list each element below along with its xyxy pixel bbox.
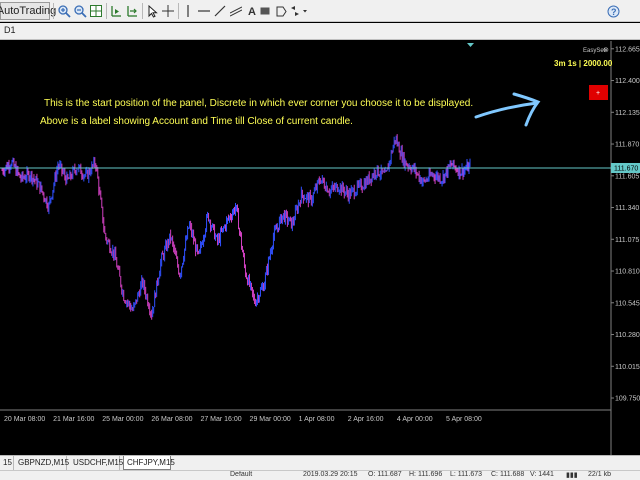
- text-label-icon[interactable]: A: [245, 2, 259, 20]
- hand-drawn-arrow: [474, 92, 541, 127]
- toolbar-separator: [53, 3, 54, 19]
- candles-group: [1, 134, 471, 320]
- svg-text:A: A: [248, 6, 256, 17]
- time-tick-label: 25 Mar 00:00: [102, 416, 143, 423]
- status-volume: V: 1441: [530, 471, 554, 478]
- zoom-out-icon[interactable]: [72, 2, 88, 20]
- price-tick-label: 111.340: [615, 205, 639, 212]
- toolbar-separator: [106, 3, 107, 19]
- svg-text:?: ?: [611, 7, 617, 17]
- timeframe-label[interactable]: D1: [4, 25, 16, 35]
- zoom-in-icon[interactable]: [56, 2, 72, 20]
- toolbar-separator: [178, 3, 179, 19]
- chart-tab-active[interactable]: CHFJPY,M15: [123, 456, 175, 470]
- time-tick-label: 5 Apr 08:00: [446, 416, 482, 423]
- price-tick-label: 112.135: [615, 110, 640, 117]
- chart-timeframe-bar: D1: [0, 23, 640, 40]
- annotation-line-2: Above is a label showing Account and Tim…: [40, 116, 353, 127]
- price-tick-label: 110.810: [615, 269, 640, 276]
- time-tick-label: 26 Mar 08:00: [151, 416, 192, 423]
- status-connection-icon: ▮▮▮: [566, 472, 578, 479]
- price-tick-label: 109.750: [615, 396, 640, 403]
- tile-windows-icon[interactable]: [88, 2, 104, 20]
- help-icon[interactable]: ?: [604, 2, 622, 20]
- crosshair-icon[interactable]: [160, 2, 176, 20]
- time-tick-label: 21 Mar 16:00: [53, 416, 94, 423]
- status-high: H: 111.696: [409, 471, 443, 478]
- arrows-dropdown-icon[interactable]: [288, 2, 310, 20]
- main-toolbar: AutoTrading A ?: [0, 0, 640, 22]
- price-tick-label: 112.400: [615, 78, 640, 85]
- label-icon[interactable]: [274, 2, 288, 20]
- panel-info-label: 3m 1s | 2000.00: [554, 59, 613, 68]
- time-tick-label: 29 Mar 00:00: [250, 416, 291, 423]
- chart-shift-icon[interactable]: [108, 2, 124, 20]
- price-tick-label: 111.605: [615, 173, 639, 180]
- chart-tab[interactable]: GBPNZD,M15: [15, 456, 69, 470]
- chart-area[interactable]: 112.665 112.400 112.135 111.870 111.605 111.3…: [0, 41, 640, 455]
- chart-tabs: 15 GBPNZD,M15 USDCHF,M15 CHFJPY,M15: [0, 455, 640, 470]
- status-low: L: 111.673: [450, 471, 483, 478]
- autotrading-label: AutoTrading: [0, 5, 57, 17]
- current-price-label: 111.670: [614, 165, 638, 172]
- time-tick-label: 4 Apr 00:00: [397, 416, 433, 423]
- price-tick-label: 110.015: [615, 364, 640, 371]
- time-tick-label: 1 Apr 08:00: [299, 416, 335, 423]
- status-bar: Default 2019.03.29 20:15 O: 111.687 H: 1…: [0, 470, 640, 480]
- autotrading-button[interactable]: AutoTrading: [0, 2, 56, 20]
- price-tick-label: 111.870: [615, 142, 639, 149]
- annotation-line-1: This is the start position of the panel,…: [44, 98, 473, 109]
- autoscroll-icon[interactable]: [124, 2, 140, 20]
- trendline-icon[interactable]: [213, 2, 227, 20]
- chart-shift-marker[interactable]: [467, 43, 474, 47]
- time-axis: 20 Mar 08:00 21 Mar 16:00 25 Mar 00:00 26 M…: [4, 416, 482, 423]
- status-close: C: 111.688: [491, 471, 525, 478]
- price-tick-label: 112.665: [615, 46, 640, 53]
- time-tick-label: 2 Apr 16:00: [348, 416, 384, 423]
- rectangle-icon[interactable]: [258, 2, 272, 20]
- time-tick-label: 20 Mar 08:00: [4, 416, 45, 423]
- horizontal-line-icon[interactable]: [197, 2, 211, 20]
- cursor-icon[interactable]: [144, 2, 160, 20]
- chart-tab[interactable]: 15: [0, 456, 14, 470]
- status-traffic: 22/1 kb: [588, 471, 611, 478]
- panel-close-icon[interactable]: ⊗: [603, 47, 609, 54]
- chart-tab[interactable]: USDCHF,M15: [70, 456, 123, 470]
- price-tick-label: 111.075: [615, 237, 639, 244]
- toolbar-separator: [142, 3, 143, 19]
- panel-toggle-label: +: [596, 90, 600, 97]
- status-open: O: 111.687: [368, 471, 402, 478]
- price-tick-label: 110.280: [615, 332, 640, 339]
- price-axis: 112.665 112.400 112.135 111.870 111.605 111.3…: [611, 46, 640, 403]
- time-tick-label: 27 Mar 16:00: [200, 416, 241, 423]
- status-datetime: 2019.03.29 20:15: [303, 471, 358, 478]
- vertical-line-icon[interactable]: [181, 2, 195, 20]
- status-profile: Default: [230, 471, 253, 478]
- easyset-panel: EasySet ⊗ 3m 1s | 2000.00 +: [554, 47, 613, 100]
- price-tick-label: 110.545: [615, 300, 640, 307]
- price-chart[interactable]: 112.665 112.400 112.135 111.870 111.605 111.3…: [0, 41, 640, 455]
- channel-icon[interactable]: [229, 2, 243, 20]
